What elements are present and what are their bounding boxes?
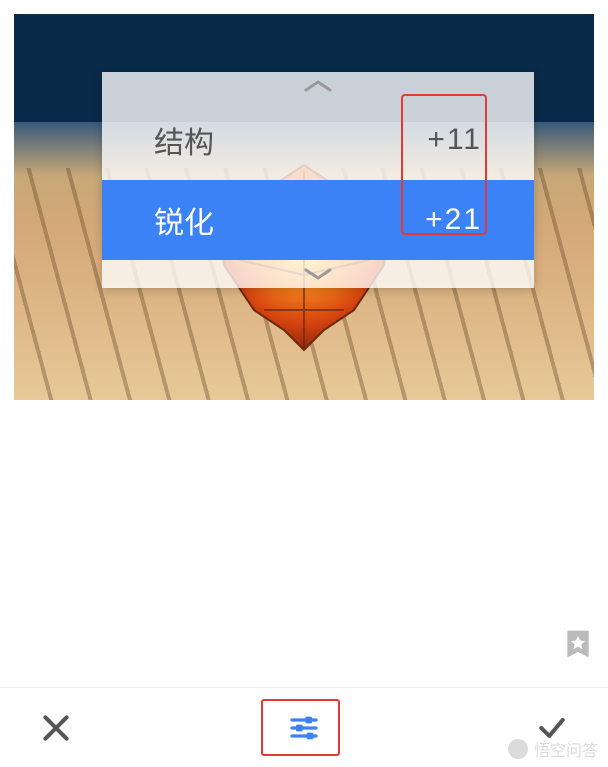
adjustment-row-structure[interactable]: 结构 +11 <box>102 100 534 180</box>
adjust-button[interactable] <box>265 700 343 756</box>
adjustment-row-sharpen[interactable]: 锐化 +21 <box>102 180 534 260</box>
adjustment-label: 结构 <box>154 118 214 162</box>
close-icon <box>40 712 72 744</box>
check-icon <box>536 712 568 744</box>
adjustment-value: +21 <box>425 203 482 237</box>
adjustment-panel[interactable]: 结构 +11 锐化 +21 <box>102 72 534 288</box>
apply-button[interactable] <box>524 700 580 756</box>
preview-image[interactable]: 结构 +11 锐化 +21 <box>14 14 594 400</box>
chevron-up-icon[interactable] <box>102 72 534 100</box>
adjustment-label: 锐化 <box>154 198 214 242</box>
cancel-button[interactable] <box>28 700 84 756</box>
tune-icon <box>288 712 320 744</box>
favorite-button[interactable] <box>562 628 594 660</box>
bottom-toolbar <box>0 687 608 767</box>
chevron-down-icon[interactable] <box>102 260 534 288</box>
adjustment-value: +11 <box>427 123 482 157</box>
